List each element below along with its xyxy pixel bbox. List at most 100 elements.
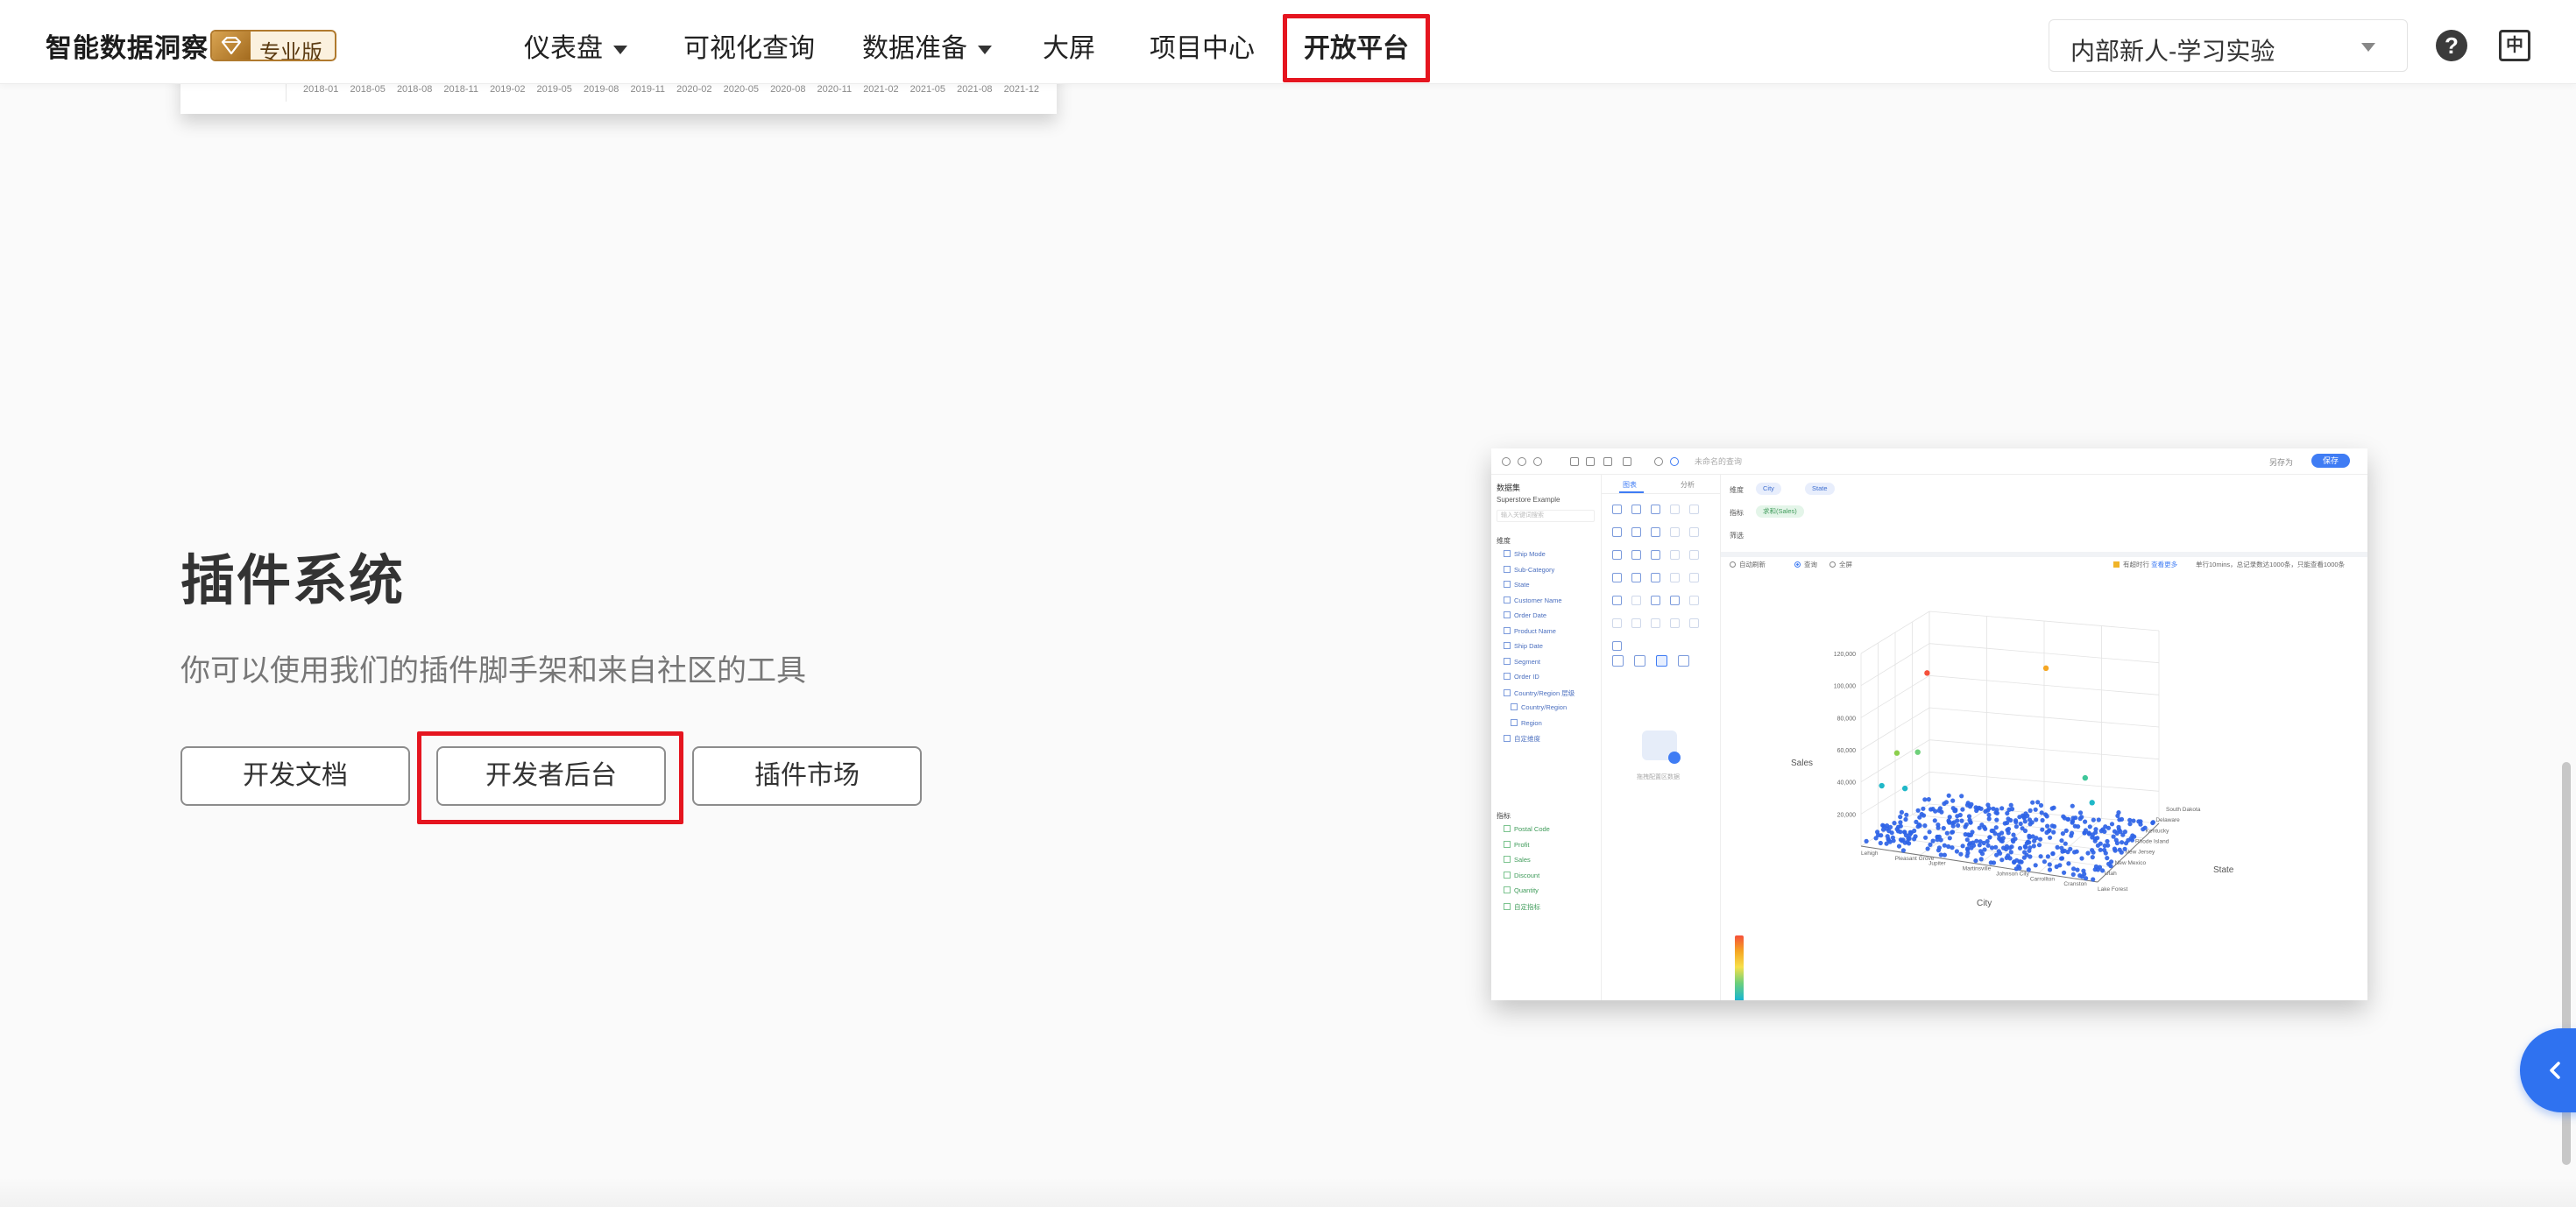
data-point [1936,845,1942,851]
data-point [2047,867,2053,872]
data-point [1993,810,1999,815]
nav-data-prep[interactable]: 数据准备 [862,26,992,65]
data-point [1983,826,1988,831]
chart-type-icon [1670,618,1680,628]
data-point [2008,850,2013,855]
data-point [1901,785,1908,792]
data-point [2018,821,2023,827]
chart-x-tick-label: 2019-08 [584,84,619,95]
data-point [1955,818,1960,823]
language-switch-icon[interactable]: 中 [2499,30,2530,61]
data-point [2066,816,2071,822]
measure-group-label: 指标 [1497,812,1511,820]
dimension-pill-city: City [1756,483,1781,495]
data-point [1950,798,1956,803]
data-point [1884,841,1889,846]
data-point [2050,851,2056,857]
chart-type-icon [1651,505,1660,514]
data-point [1986,816,1992,822]
data-point [1959,794,1964,799]
data-point [1915,808,1921,813]
nav-visual-query-label: 可视化查询 [683,34,815,63]
data-point [1965,846,1971,851]
chart-type-grid [1612,505,1710,664]
plugin-market-button[interactable]: 插件市场 [692,746,922,806]
data-point [1978,857,1984,862]
data-point [1964,822,1969,828]
data-point [1942,843,1947,848]
data-point [1999,806,2005,811]
refresh-icon [1533,457,1542,466]
question-circle-icon[interactable]: ? [2436,30,2467,61]
data-point [2057,863,2063,868]
chart-x-tick-label: 2018-08 [396,84,433,95]
nav-big-screen[interactable]: 大屏 [1043,26,1095,65]
chart-x-tick-label: 2021-12 [1003,84,1039,95]
measure-field: Quantity [1504,886,1539,894]
data-point [1966,814,1972,819]
data-point [1977,805,1982,810]
chart-type-icon [1670,550,1680,560]
chart-x-tick-label: 2019-05 [536,84,572,95]
data-point [2048,835,2053,840]
data-point [2090,855,2095,860]
auto-refresh-toggle: 自动刷新 [1730,560,1766,569]
x-tick-label: Lake Forest [2098,886,2128,893]
chart-x-tick-label: 2018-05 [350,84,386,95]
data-point [2033,863,2038,868]
chart-x-tick-label: 2021-02 [863,84,899,95]
measure-pill-sales: 求和(Sales) [1756,505,1804,518]
dataset-panel-title: 数据集 [1497,484,1521,492]
dimension-field: Customer Name [1504,596,1562,604]
data-point [1950,845,1955,851]
chart-x-tick-label: 2020-02 [676,84,712,95]
warning-text: 单行10mins，总记录数达1000条，只能查看1000条 [2196,561,2346,568]
nav-visual-query[interactable]: 可视化查询 [683,26,815,65]
data-point [1922,823,1928,829]
plugin-section-description: 你可以使用我们的插件脚手架和来自社区的工具 [180,654,806,688]
data-point [1935,837,1940,843]
data-point [2035,800,2041,805]
data-point [2018,859,2023,865]
data-point [1928,807,1934,812]
chart-type-icon [1651,527,1660,537]
data-point [1968,832,1973,837]
data-point [1999,858,2005,863]
chart-x-tick-label: 2019-11 [630,84,666,95]
side-panel-toggle[interactable] [2520,1028,2576,1112]
x-tick-label: Martinsville [1963,866,1992,872]
nav-dashboard[interactable]: 仪表盘 [524,26,627,65]
data-point [2033,807,2038,812]
z-tick-label: Rhode Island [2135,839,2169,845]
data-point [1921,806,1926,811]
undo-icon [1502,457,1511,466]
data-point [1993,844,1999,850]
chart-type-icon [1631,573,1641,582]
dataset-search: 输入关键词搜索 [1497,510,1595,522]
data-point [1904,812,1909,817]
data-point [2038,854,2043,859]
chart-subtype-icon [1656,655,1667,667]
chart-subtype-row [1612,655,1689,667]
dev-docs-button[interactable]: 开发文档 [180,746,410,806]
data-point [2150,820,2155,825]
project-select[interactable]: 内部新人-学习实验 [2049,19,2408,72]
y-axis-title: Sales [1791,759,1813,768]
redo-icon [1518,457,1526,466]
open-platform-highlight-box [1283,14,1430,82]
brand-name[interactable]: 智能数据洞察 [46,26,209,65]
data-point [2004,855,2009,860]
data-point [2115,813,2120,818]
data-point [2070,803,2075,808]
data-point [2008,802,2013,808]
nav-project-center[interactable]: 项目中心 [1150,26,1255,65]
chart-type-icon [1670,505,1680,514]
data-point [2081,868,2086,873]
data-point [2070,830,2075,836]
dimension-field: Sub-Category [1504,566,1554,574]
data-point [1914,749,1921,755]
data-point [2062,870,2067,875]
data-point [2091,850,2096,855]
chart-type-icon [1651,618,1660,628]
preview-query-title: 未命名的查询 [1695,457,1743,466]
